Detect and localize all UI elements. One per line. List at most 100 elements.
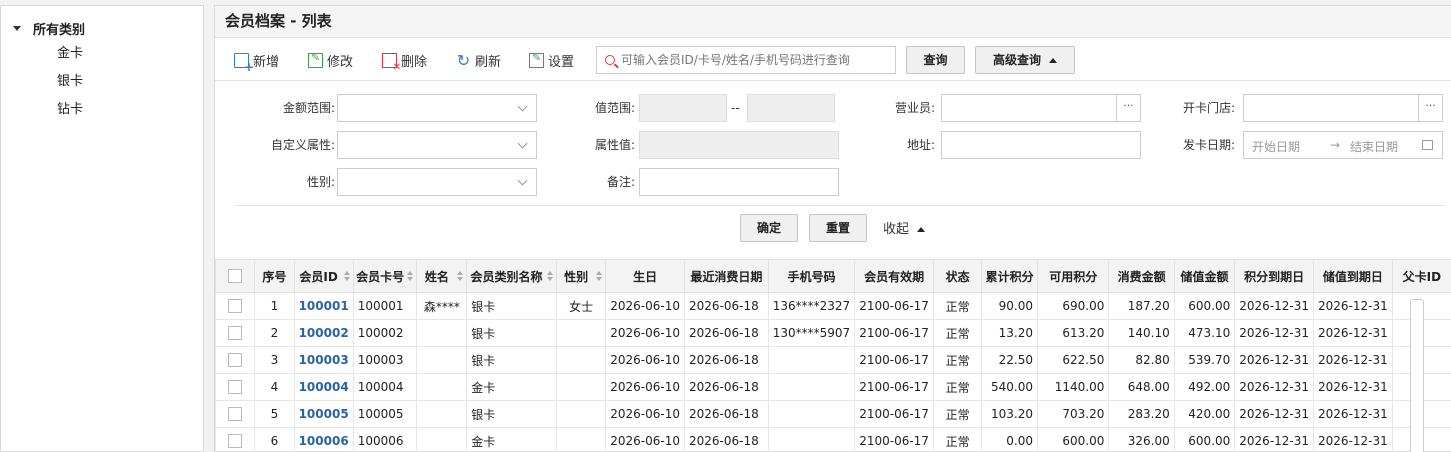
row-select-cell[interactable] [215,319,256,347]
value-range-min-input[interactable] [639,94,727,122]
row-checkbox[interactable] [228,299,243,314]
caret-down-icon[interactable] [13,25,21,31]
settings-button[interactable]: 设置 [529,49,574,71]
row-checkbox[interactable] [228,380,243,395]
member-id-link[interactable]: 100006 [293,427,354,452]
col-header-category[interactable]: 会员类别名称 [466,259,557,293]
member-id-link[interactable]: 100004 [293,373,354,401]
col-header-available-points[interactable]: 可用积分 [1036,259,1110,293]
member-id-link[interactable]: 100002 [293,319,354,347]
table-cell [767,346,856,374]
col-header-birthday[interactable]: 生日 [605,259,685,293]
col-header-points-expiry[interactable]: 积分到期日 [1234,259,1315,293]
table-cell: 银卡 [466,346,557,374]
table-row[interactable]: 6 100006 100006 金卡 2026-06-10 2026-06-18 2100-… [215,427,1451,452]
gender-select[interactable] [337,168,537,196]
table-cell: 2 [254,319,295,347]
member-id-link[interactable]: 100001 [293,292,354,320]
col-header-expiry[interactable]: 会员有效期 [854,259,934,293]
new-button[interactable]: 新增 [234,49,279,74]
tree-root-all-categories[interactable]: 所有类别 [13,19,85,38]
refresh-button[interactable]: ↻ 刷新 [456,49,501,71]
table-cell: 326.00 [1108,427,1175,452]
col-header-status[interactable]: 状态 [932,259,983,293]
table-cell [767,400,856,428]
chevron-down-icon [517,138,528,149]
tree-item-silver[interactable]: 银卡 [57,73,83,101]
advanced-query-button[interactable]: 高级查询 [975,46,1075,74]
table-cell: 银卡 [466,319,557,347]
more-icon[interactable]: ··· [1116,95,1140,121]
salesperson-picker[interactable]: ··· [941,94,1141,122]
search-icon [605,55,615,65]
vertical-scrollbar[interactable] [1410,299,1424,452]
col-header-phone[interactable]: 手机号码 [767,259,856,293]
remark-input[interactable] [639,168,839,196]
row-select-cell[interactable] [215,292,256,320]
col-header-index: 序号 [254,259,295,293]
attr-value-label: 属性值: [594,138,635,152]
table-row[interactable]: 5 100005 100005 银卡 2026-06-10 2026-06-18 2100-… [215,400,1451,428]
table-cell [416,373,468,401]
col-header-balance[interactable]: 储值金额 [1173,259,1236,293]
table-row[interactable]: 1 100001 100001 森**** 银卡 女士 2026-06-10 2026-06-… [215,292,1451,320]
search-box[interactable] [596,46,896,74]
table-cell: 6 [254,427,295,452]
range-separator: -- [731,101,740,115]
more-icon[interactable]: ··· [1418,95,1442,121]
row-checkbox[interactable] [228,434,243,449]
table-cell: 正常 [932,346,983,374]
page-title: 会员档案 - 列表 [215,6,1451,38]
custom-attr-select[interactable] [337,131,537,159]
row-select-cell[interactable] [215,373,256,401]
select-all-checkbox[interactable] [228,269,243,284]
issue-date-range[interactable]: 开始日期 → 结束日期 [1243,131,1443,159]
delete-button[interactable]: 删除 [382,49,427,73]
tree-item-gold[interactable]: 金卡 [57,45,83,73]
member-id-link[interactable]: 100005 [293,400,354,428]
search-input[interactable] [621,53,881,67]
query-button[interactable]: 查询 [906,46,965,74]
table-cell: 2026-06-10 [605,346,685,374]
tree-item-diamond[interactable]: 钻卡 [57,101,83,129]
col-header-member-id[interactable]: 会员ID [293,259,354,293]
col-header-name[interactable]: 姓名 [416,259,468,293]
table-row[interactable]: 4 100004 100004 金卡 2026-06-10 2026-06-18 2100-… [215,373,1451,401]
table-cell: 2026-12-31 [1313,373,1393,401]
table-cell: 100004 [352,373,418,401]
col-header-total-points[interactable]: 累计积分 [981,259,1038,293]
edit-button[interactable]: 修改 [308,49,353,71]
row-checkbox[interactable] [228,353,243,368]
col-header-balance-expiry[interactable]: 储值到期日 [1313,259,1393,293]
table-cell: 283.20 [1108,400,1175,428]
store-picker[interactable]: ··· [1243,94,1443,122]
calendar-icon[interactable] [1422,140,1433,150]
row-select-cell[interactable] [215,400,256,428]
table-cell [555,346,607,374]
row-select-cell[interactable] [215,427,256,452]
attr-value-input[interactable] [639,131,839,159]
value-range-max-input[interactable] [747,94,835,122]
table-row[interactable]: 3 100003 100003 银卡 2026-06-10 2026-06-18 2100-… [215,346,1451,374]
row-checkbox[interactable] [228,407,243,422]
confirm-button[interactable]: 确定 [740,214,798,242]
table-cell: 2026-06-18 [683,319,769,347]
col-header-last-purchase[interactable]: 最近消费日期 [683,259,769,293]
table-cell: 2026-12-31 [1234,373,1315,401]
collapse-toggle[interactable]: 收起 [883,218,926,237]
reset-button[interactable]: 重置 [809,214,867,242]
table-cell: 2026-06-10 [605,373,685,401]
row-checkbox[interactable] [228,326,243,341]
select-all-header[interactable] [215,259,256,293]
table-row[interactable]: 2 100002 100002 银卡 2026-06-10 2026-06-18 130**… [215,319,1451,347]
col-header-card-no[interactable]: 会员卡号 [352,259,418,293]
custom-attr-label: 自定义属性: [270,138,335,152]
row-select-cell[interactable] [215,346,256,374]
member-id-link[interactable]: 100003 [293,346,354,374]
col-header-spend[interactable]: 消费金额 [1108,259,1175,293]
col-header-parent-card[interactable]: 父卡ID [1391,259,1451,293]
col-header-gender[interactable]: 性别 [555,259,607,293]
arrow-right-icon: → [1330,138,1341,152]
amount-range-select[interactable] [337,94,537,122]
address-input[interactable] [941,131,1141,159]
